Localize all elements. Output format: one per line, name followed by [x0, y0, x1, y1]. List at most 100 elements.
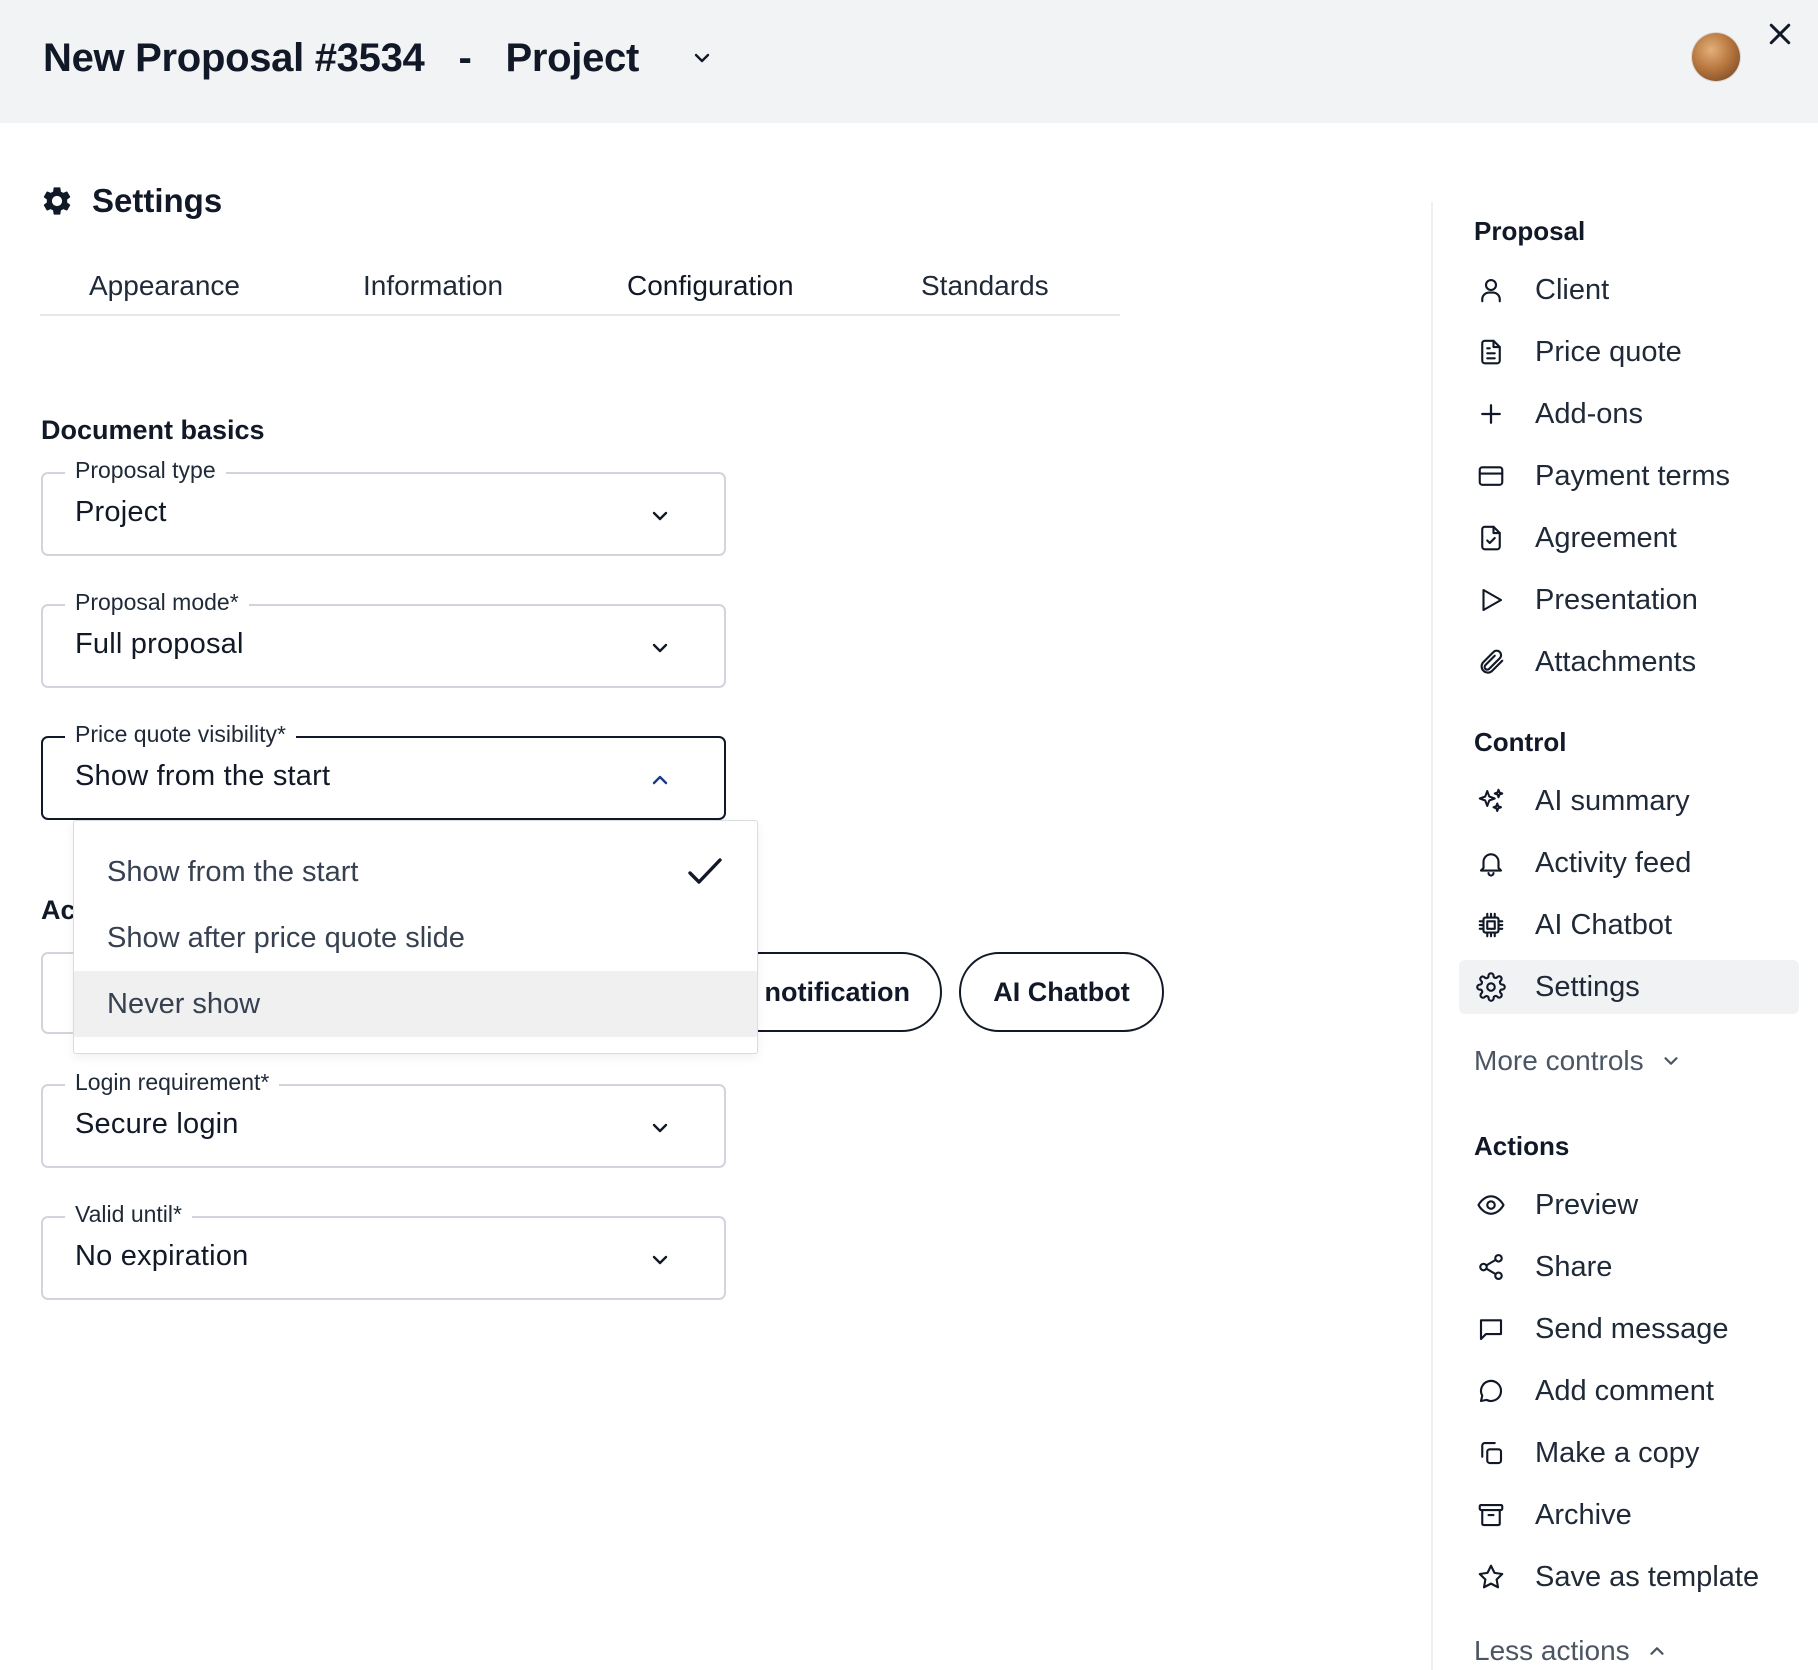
sidebar-item-label: Add comment [1535, 1374, 1714, 1407]
document-icon [1481, 339, 1501, 365]
sidebar-item-label: AI Chatbot [1535, 908, 1673, 941]
less-actions-label: Less actions [1474, 1635, 1630, 1666]
sidebar-item-presentation[interactable]: Presentation [1459, 573, 1799, 627]
sidebar-item-share[interactable]: Share [1459, 1240, 1799, 1294]
sidebar-item-label: Settings [1535, 970, 1640, 1003]
check-icon [688, 858, 722, 884]
document-basics-title: Document basics [41, 415, 265, 445]
tab-configuration[interactable]: Configuration [627, 270, 794, 302]
dropdown-option[interactable]: Never show [74, 971, 757, 1037]
price-quote-visibility-select[interactable]: Price quote visibility* Show from the st… [41, 721, 726, 820]
sparkles-icon [1478, 788, 1504, 812]
chevron-up-icon [652, 775, 668, 785]
sidebar-item-activity-feed[interactable]: Activity feed [1459, 836, 1799, 890]
sidebar-item-label: Preview [1535, 1188, 1639, 1221]
price-quote-visibility-value: Show from the start [75, 760, 331, 792]
close-icon [1769, 23, 1791, 45]
chip-icon [1478, 912, 1504, 938]
sidebar-item-label: Agreement [1535, 521, 1677, 554]
chevron-down-icon [652, 1255, 668, 1265]
plus-icon [1481, 404, 1501, 424]
star-icon [1478, 1564, 1504, 1589]
tab-appearance[interactable]: Appearance [89, 270, 240, 302]
sidebar-item-add-ons[interactable]: Add-ons [1459, 387, 1799, 441]
sidebar-item-preview[interactable]: Preview [1459, 1178, 1799, 1232]
sidebar-item-label: Presentation [1535, 583, 1698, 616]
option-label: Show from the start [107, 855, 359, 888]
proposal-type-value: Project [75, 496, 167, 528]
sidebar-group-actions: Actions [1474, 1131, 1570, 1161]
option-label: Show after price quote slide [107, 921, 465, 954]
document-check-icon [1481, 525, 1501, 551]
login-requirement-select[interactable]: Login requirement* Secure login [41, 1069, 726, 1168]
bell-icon [1479, 853, 1503, 877]
proposal-project[interactable]: Project [506, 36, 640, 81]
play-icon [1482, 588, 1503, 612]
sidebar-item-price-quote[interactable]: Price quote [1459, 325, 1799, 379]
sidebar-item-label: Save as template [1535, 1560, 1760, 1593]
sidebar-item-label: Payment terms [1535, 459, 1730, 492]
ai-chatbot-chip[interactable]: AI Chatbot [959, 952, 1164, 1032]
proposal-type-label: Proposal type [65, 457, 226, 484]
dropdown-option[interactable]: Show from the start [74, 839, 757, 905]
more-controls-toggle[interactable]: More controls [1474, 1045, 1682, 1077]
sidebar-group-control: Control [1474, 727, 1567, 757]
sidebar-item-attachments[interactable]: Attachments [1459, 635, 1799, 689]
sidebar-item-label: Attachments [1535, 645, 1697, 678]
settings-heading: Settings [40, 182, 222, 220]
sidebar-item-payment-terms[interactable]: Payment terms [1459, 449, 1799, 503]
more-controls-label: More controls [1474, 1045, 1644, 1076]
gear-icon [43, 187, 71, 215]
login-requirement-value: Secure login [75, 1108, 239, 1140]
title-separator: - [458, 35, 472, 80]
sidebar-item-label: Price quote [1535, 335, 1682, 368]
addons-section-title: Ac [41, 895, 76, 925]
sidebar-item-save-as-template[interactable]: Save as template [1459, 1550, 1799, 1604]
sidebar-item-add-comment[interactable]: Add comment [1459, 1364, 1799, 1418]
sidebar-item-label: Share [1535, 1250, 1613, 1283]
chevron-down-icon [1664, 1057, 1678, 1065]
chevron-down-icon [652, 1123, 668, 1133]
option-label: Never show [107, 987, 261, 1020]
sidebar-item-make-a-copy[interactable]: Make a copy [1459, 1426, 1799, 1480]
proposal-name: New Proposal #3534 [43, 35, 425, 80]
proposal-type-select[interactable]: Proposal type Project [41, 457, 726, 556]
sidebar-item-archive[interactable]: Archive [1459, 1488, 1799, 1542]
less-actions-toggle[interactable]: Less actions [1474, 1635, 1668, 1667]
sidebar-item-label: Make a copy [1535, 1436, 1700, 1469]
dropdown-option[interactable]: Show after price quote slide [74, 905, 757, 971]
close-button[interactable] [1762, 16, 1798, 52]
copy-icon [1481, 1441, 1503, 1465]
proposal-mode-label: Proposal mode* [65, 589, 249, 616]
comment-icon [1479, 1379, 1503, 1403]
sidebar-item-ai-summary[interactable]: AI summary [1459, 774, 1799, 828]
sidebar-item-label: Send message [1535, 1312, 1729, 1345]
sidebar-item-send-message[interactable]: Send message [1459, 1302, 1799, 1356]
proposal-mode-select[interactable]: Proposal mode* Full proposal [41, 589, 726, 688]
sidebar-item-label: Archive [1535, 1498, 1632, 1531]
price-quote-visibility-dropdown: Show from the start Show after price quo… [73, 820, 758, 1054]
sidebar-item-ai-chatbot[interactable]: AI Chatbot [1459, 898, 1799, 952]
valid-until-select[interactable]: Valid until* No expiration [41, 1201, 726, 1300]
sidebar-item-label: AI summary [1535, 784, 1690, 817]
proposal-title: New Proposal #3534 - Project [43, 34, 639, 82]
archive-icon [1478, 1503, 1504, 1527]
sidebar-item-label: Activity feed [1535, 846, 1692, 879]
login-requirement-label: Login requirement* [65, 1069, 280, 1096]
sidebar-item-client[interactable]: Client [1459, 263, 1799, 317]
tab-standards[interactable]: Standards [921, 270, 1049, 302]
sidebar-item-settings[interactable]: Settings [1459, 960, 1799, 1014]
sidebar-group-proposal: Proposal [1474, 216, 1586, 246]
chevron-down-icon [652, 643, 668, 653]
top-bar: New Proposal #3534 - Project [0, 0, 1818, 123]
chevron-down-icon[interactable] [690, 46, 714, 70]
sidebar-item-agreement[interactable]: Agreement [1459, 511, 1799, 565]
avatar[interactable] [1692, 33, 1740, 81]
chevron-down-icon [652, 511, 668, 521]
sidebar-item-label: Client [1535, 273, 1610, 306]
tab-information[interactable]: Information [363, 270, 503, 302]
proposal-mode-value: Full proposal [75, 628, 244, 660]
chevron-up-icon [1650, 1647, 1664, 1655]
valid-until-label: Valid until* [65, 1201, 192, 1228]
user-icon [1481, 278, 1501, 303]
